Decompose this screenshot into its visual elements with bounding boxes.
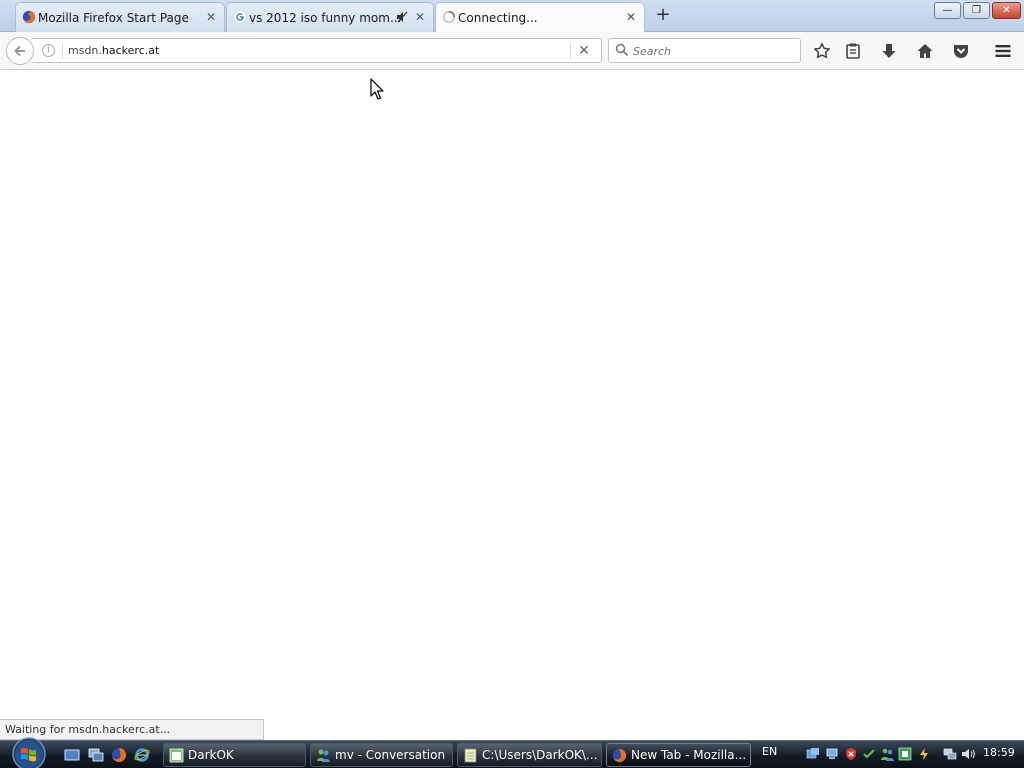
bookmark-star-button[interactable] <box>811 40 833 62</box>
tab-label: Connecting... <box>458 11 538 25</box>
divider <box>570 43 571 59</box>
tab-label: Mozilla Firefox Start Page <box>38 10 189 25</box>
taskbar-item-label: DarkOK <box>188 748 234 762</box>
star-icon <box>814 43 830 59</box>
google-icon <box>233 10 247 24</box>
app-tray-icon[interactable] <box>898 747 912 761</box>
download-arrow-icon <box>882 44 896 58</box>
loading-spinner-icon <box>442 10 456 24</box>
open-menu-button[interactable] <box>992 40 1014 62</box>
url-prefix: msdn. <box>68 44 102 57</box>
taskbar-item-conversation[interactable]: mv - Conversation <box>310 743 453 767</box>
messenger-icon <box>317 749 330 762</box>
tab-close-icon[interactable]: ✕ <box>204 10 218 24</box>
site-info-icon[interactable]: i <box>42 44 55 57</box>
clock[interactable]: 18:59 <box>983 746 1015 759</box>
firefox-icon <box>22 10 36 24</box>
notepad-icon <box>464 748 477 763</box>
navigation-toolbar: i msdn.hackerc.at ✕ <box>0 32 1024 70</box>
url-bar[interactable]: i msdn.hackerc.at ✕ <box>32 38 602 63</box>
network-tray-icon[interactable] <box>806 747 820 761</box>
tab-close-icon[interactable]: ✕ <box>413 10 427 24</box>
divider <box>62 43 63 59</box>
tab-close-icon[interactable]: ✕ <box>624 10 638 24</box>
taskbar: DarkOK mv - Conversation C:\Users\DarkOK… <box>0 737 1024 768</box>
back-button[interactable] <box>6 37 34 65</box>
tab-connecting[interactable]: Connecting... ✕ <box>435 2 645 33</box>
page-content[interactable] <box>0 71 1024 740</box>
tab-firefox-start[interactable]: Mozilla Firefox Start Page ✕ <box>15 2 225 32</box>
url-host: hackerc.at <box>101 44 160 57</box>
language-indicator[interactable]: EN <box>762 745 777 758</box>
taskbar-item-firefox[interactable]: New Tab - Mozilla... <box>606 743 751 767</box>
network-status-icon[interactable] <box>943 747 957 761</box>
power-tray-icon[interactable] <box>917 747 931 761</box>
taskbar-item-darkok[interactable]: DarkOK <box>163 743 306 767</box>
search-input[interactable] <box>633 42 793 60</box>
search-icon <box>615 43 629 57</box>
clipboard-icon <box>846 43 860 59</box>
home-button[interactable] <box>914 40 936 62</box>
url-text[interactable]: msdn.hackerc.at <box>68 44 159 57</box>
bookmarks-menu-button[interactable] <box>842 40 864 62</box>
taskbar-item-notepad[interactable]: C:\Users\DarkOK\... <box>457 743 602 767</box>
new-tab-button[interactable]: + <box>652 5 674 27</box>
tab-label: vs 2012 iso funny mom... <box>249 10 402 25</box>
switch-windows-icon[interactable] <box>88 747 104 763</box>
arrow-left-icon <box>14 45 25 57</box>
close-window-button[interactable]: ✕ <box>992 2 1021 19</box>
tab-strip: Mozilla Firefox Start Page ✕ vs 2012 iso… <box>0 0 1024 33</box>
restore-button[interactable]: ❐ <box>963 2 990 19</box>
update-tray-icon[interactable] <box>862 747 876 761</box>
pocket-icon <box>954 45 968 58</box>
mouse-cursor-icon <box>370 78 384 100</box>
firefox-icon[interactable] <box>111 747 127 763</box>
downloads-button[interactable] <box>878 40 900 62</box>
show-desktop-icon[interactable] <box>64 747 80 763</box>
stop-loading-icon[interactable]: ✕ <box>575 42 593 60</box>
search-bar[interactable] <box>608 38 801 63</box>
home-icon <box>917 44 933 58</box>
tab-google-search[interactable]: vs 2012 iso funny mom... ✕ <box>226 2 434 32</box>
taskbar-item-label: mv - Conversation <box>335 748 446 762</box>
volume-icon[interactable] <box>961 747 975 761</box>
speaker-muted-icon[interactable] <box>395 10 409 24</box>
minimize-button[interactable]: — <box>934 2 961 19</box>
firefox-icon <box>612 748 627 763</box>
internet-explorer-icon[interactable] <box>134 747 150 763</box>
hamburger-menu-icon <box>995 45 1011 57</box>
taskbar-item-label: New Tab - Mozilla... <box>631 748 747 762</box>
messenger-tray-icon[interactable] <box>880 747 894 761</box>
taskbar-item-label: C:\Users\DarkOK\... <box>482 748 598 762</box>
computer-tray-icon[interactable] <box>825 747 839 761</box>
pocket-button[interactable] <box>950 40 972 62</box>
security-alert-icon[interactable] <box>844 747 858 761</box>
window-icon <box>169 748 184 763</box>
start-button[interactable] <box>8 735 50 768</box>
